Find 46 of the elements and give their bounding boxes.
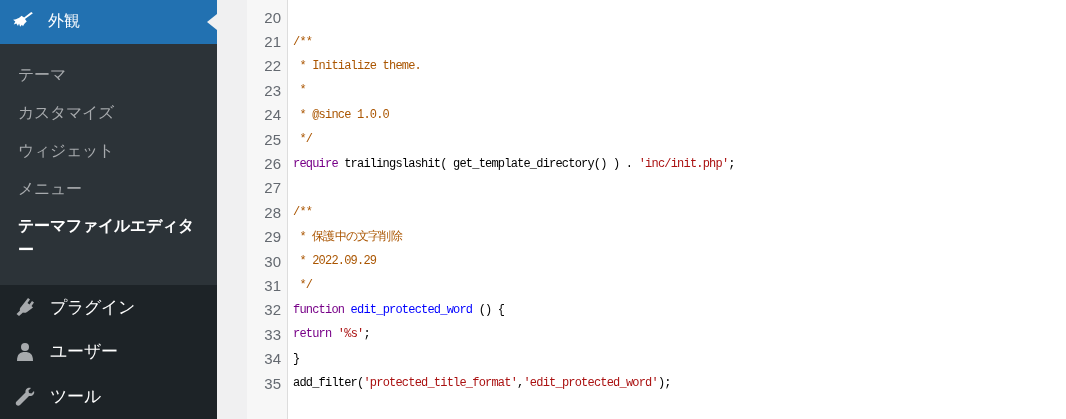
line-number: 30	[263, 252, 281, 270]
line-number: 24	[263, 106, 281, 124]
code-line: */	[298, 278, 313, 293]
code-line: add_filter('protected_title_format','edit_protected_word');	[293, 376, 671, 391]
line-number: 27	[263, 179, 281, 197]
line-number: 20	[263, 8, 281, 26]
menu-item[interactable]: プラグイン	[0, 284, 217, 330]
code-line: function edit_protected_word () {	[293, 302, 505, 317]
code-line: * 保護中の文字削除	[298, 229, 402, 246]
code-line: */	[298, 132, 313, 147]
submenu-item[interactable]: メニュー	[0, 169, 217, 208]
menu-item[interactable]: ツール	[0, 374, 217, 419]
current-pointer	[207, 12, 217, 32]
line-number: 28	[263, 203, 281, 221]
line-number: 35	[263, 374, 281, 392]
menu-item[interactable]: 外観	[0, 0, 217, 44]
submenu-item[interactable]: テーマ	[0, 55, 217, 94]
line-number: 29	[263, 228, 281, 246]
code-line: }	[293, 351, 300, 366]
line-number: 22	[263, 57, 281, 75]
code-line: /**	[293, 205, 313, 220]
menu-label: ユーザー	[50, 340, 118, 364]
line-number: 23	[263, 81, 281, 99]
line-number: 34	[263, 350, 281, 368]
code-line: /**	[293, 34, 313, 49]
plug-icon	[15, 297, 35, 318]
menu-label: プラグイン	[50, 295, 135, 319]
line-number: 25	[263, 130, 281, 148]
wrench-icon	[15, 386, 35, 407]
submenu-item[interactable]: テーマファイルエディター	[0, 207, 217, 268]
line-number: 26	[263, 155, 281, 173]
submenu-item[interactable]: ウィジェット	[0, 131, 217, 170]
submenu-item[interactable]: カスタマイズ	[0, 93, 217, 132]
user-icon	[15, 341, 35, 362]
line-number: 32	[263, 301, 281, 319]
line-number: 21	[263, 33, 281, 51]
code-line: * Initialize theme.	[298, 58, 422, 73]
code-line: require trailingslashit( get_template_directory() ) . 'inc/init.php';	[293, 156, 735, 171]
code-line: *	[298, 83, 306, 98]
code-line: * @since 1.0.0	[298, 107, 390, 122]
code-line: * 2022.09.29	[298, 254, 377, 269]
line-number: 31	[263, 277, 281, 294]
code-line: return '%s';	[293, 327, 370, 342]
menu-item[interactable]: ユーザー	[0, 329, 217, 375]
line-number: 33	[263, 325, 281, 343]
menu-label: ツール	[50, 385, 101, 409]
